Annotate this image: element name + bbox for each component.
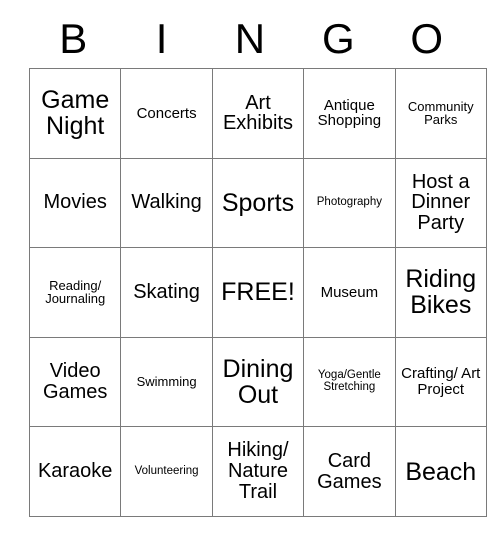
bingo-cell[interactable]: Reading/ Journaling (28, 247, 122, 338)
bingo-cell-label: Art Exhibits (222, 91, 293, 135)
bingo-row: Karaoke Volunteering Hiking/ Nature Trai… (28, 426, 487, 517)
bingo-cell[interactable]: Swimming (120, 336, 213, 428)
bingo-cell[interactable]: Museum (303, 247, 396, 338)
bingo-cell-label: Reading/ Journaling (45, 277, 106, 307)
bingo-cell[interactable]: Card Games (303, 426, 396, 517)
bingo-grid: Game Night Concerts Art Exhibits Antique… (28, 68, 487, 517)
bingo-cell-label: Karaoke (37, 460, 113, 483)
bingo-cell-label: Crafting/ Art Project (401, 365, 481, 399)
bingo-cell-label: Walking (131, 191, 202, 214)
bingo-cell[interactable]: Walking (120, 157, 213, 249)
bingo-cell-label: Concerts (136, 104, 197, 122)
bingo-cell-label: Game Night (41, 86, 110, 141)
bingo-row: Reading/ Journaling Skating FREE! Museum… (28, 247, 487, 338)
bingo-cell-label: Museum (320, 283, 379, 301)
bingo-header-letter-i: I (155, 15, 168, 62)
bingo-cell[interactable]: Hiking/ Nature Trail (211, 426, 305, 517)
bingo-cell-label: Sports (221, 188, 295, 217)
bingo-cell[interactable]: Dining Out (211, 336, 305, 428)
bingo-cell-label: Video Games (42, 360, 108, 404)
bingo-cell-label: Hiking/ Nature Trail (227, 439, 289, 504)
bingo-cell[interactable]: Video Games (28, 336, 122, 428)
bingo-cell[interactable]: Antique Shopping (303, 68, 396, 159)
bingo-cell-label: Yoga/Gentle Stretching (317, 369, 381, 394)
bingo-header: B I N G O (29, 10, 471, 68)
bingo-cell-label: Antique Shopping (317, 96, 382, 130)
bingo-row: Movies Walking Sports Photography Host a… (28, 157, 487, 249)
bingo-cell-label: Riding Bikes (405, 265, 477, 320)
bingo-header-letter-b: B (59, 15, 88, 62)
bingo-cell-label: Movies (43, 191, 107, 214)
bingo-cell-label: Skating (133, 281, 200, 304)
bingo-header-letter-g: G (322, 15, 355, 62)
bingo-cell-label: Community Parks (407, 98, 474, 128)
bingo-cell-label: Beach (405, 457, 477, 486)
bingo-cell-label: Volunteering (134, 464, 199, 477)
bingo-cell[interactable]: Beach (394, 426, 487, 517)
bingo-cell[interactable]: Community Parks (394, 68, 487, 159)
bingo-cell[interactable]: Volunteering (120, 426, 213, 517)
bingo-header-letter-o: O (410, 15, 444, 62)
bingo-header-letter-n: N (234, 15, 266, 62)
bingo-cell[interactable]: Game Night (28, 68, 122, 159)
bingo-cell[interactable]: Photography (303, 157, 396, 249)
bingo-row: Game Night Concerts Art Exhibits Antique… (28, 68, 487, 159)
bingo-cell[interactable]: Sports (211, 157, 305, 249)
bingo-cell-label: Host a Dinner Party (411, 170, 471, 235)
bingo-cell-free[interactable]: FREE! (211, 247, 305, 338)
bingo-cell-label: Swimming (136, 374, 197, 390)
bingo-cell[interactable]: Yoga/Gentle Stretching (303, 336, 396, 428)
bingo-cell-label: Card Games (317, 449, 382, 493)
bingo-cell[interactable]: Skating (120, 247, 213, 338)
bingo-cell[interactable]: Riding Bikes (394, 247, 487, 338)
bingo-row: Video Games Swimming Dining Out Yoga/Gen… (28, 336, 487, 428)
bingo-cell[interactable]: Movies (28, 157, 122, 249)
bingo-cell[interactable]: Concerts (120, 68, 213, 159)
bingo-cell-label: Photography (316, 195, 382, 208)
bingo-cell[interactable]: Crafting/ Art Project (394, 336, 487, 428)
bingo-cell-label: FREE! (221, 278, 295, 307)
bingo-cell[interactable]: Host a Dinner Party (394, 157, 487, 249)
bingo-cell-label: Dining Out (222, 355, 294, 410)
bingo-cell[interactable]: Art Exhibits (211, 68, 305, 159)
bingo-cell[interactable]: Karaoke (28, 426, 122, 517)
bingo-card: B I N G O Game Night Concerts Art Exhibi… (28, 10, 487, 517)
